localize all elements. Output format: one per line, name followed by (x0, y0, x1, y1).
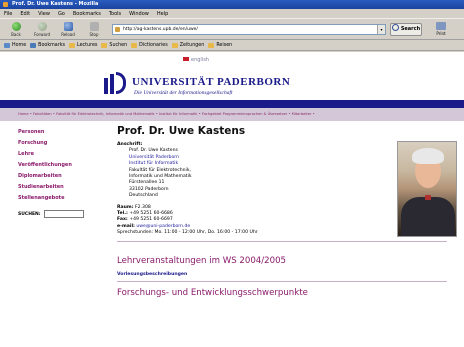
url-text: http://ag-kastens.upb.de/en/uwe/ (123, 27, 198, 32)
bookmark-label: Home (12, 42, 27, 48)
header-band (0, 100, 464, 108)
breadcrumb[interactable]: Home • Fakultäten • Fakultät für Elektro… (0, 108, 464, 121)
sidebar-item-lehre[interactable]: Lehre (18, 149, 108, 160)
university-tagline: Die Universität der Informationsgesellsc… (134, 90, 233, 96)
home-icon (4, 42, 10, 48)
bookmark-label: Dictionaries (139, 42, 168, 48)
menu-bookmarks[interactable]: Bookmarks (73, 11, 101, 17)
bookmark-suchen[interactable]: Suchen (101, 42, 128, 48)
menu-edit[interactable]: Edit (20, 11, 30, 17)
url-dropdown-icon[interactable]: ▾ (377, 25, 385, 34)
bookmark-label: Suchen (109, 42, 128, 48)
menu-tools[interactable]: Tools (109, 11, 121, 17)
reload-button[interactable]: Reload (56, 19, 80, 39)
bookmark-zeitungen[interactable]: Zeitungen (171, 42, 205, 48)
bookmark-label: Zeitungen (179, 42, 205, 48)
app-icon (3, 2, 8, 7)
university-name: UNIVERSITÄT PADERBORN (132, 76, 291, 88)
reload-label: Reload (61, 31, 75, 37)
sidebar-item-personen[interactable]: Personen (18, 127, 108, 138)
menu-bar: File Edit View Go Bookmarks Tools Window… (0, 9, 464, 18)
email-link[interactable]: uwe@uni-paderborn.de (136, 224, 190, 229)
sidebar-item-diplomarbeiten[interactable]: Diplomarbeiten (18, 171, 108, 182)
sidebar-item-veroeffentlichungen[interactable]: Veröffentlichungen (18, 160, 108, 171)
sidebar-item-forschung[interactable]: Forschung (18, 138, 108, 149)
menu-view[interactable]: View (38, 11, 50, 17)
fax-label: Fax: (117, 217, 128, 223)
stop-label: Stop (89, 31, 99, 37)
bookmark-label: Lectures (76, 42, 98, 48)
url-bar[interactable]: http://ag-kastens.upb.de/en/uwe/ ▾ (112, 24, 386, 35)
bookmark-lectures[interactable]: Lectures (68, 42, 98, 48)
forward-button[interactable]: Forward (30, 19, 54, 39)
forward-arrow-icon (37, 21, 47, 31)
stop-button[interactable]: Stop (82, 19, 106, 39)
section-heading-lectures: Lehrveranstaltungen im WS 2004/2005 (117, 255, 287, 266)
tel-value: +49 5251 60-6686 (129, 211, 173, 217)
fax-value: +49 5251 60-6697 (129, 217, 173, 223)
folder-icon (68, 42, 75, 48)
section-heading-research: Forschungs- und Entwicklungsschwerpunkte (117, 287, 308, 298)
section-divider (117, 240, 447, 242)
menu-file[interactable]: File (4, 11, 12, 17)
section-divider (117, 280, 447, 282)
bookmark-bookmarks[interactable]: Bookmarks (30, 42, 65, 48)
site-header: english UNIVERSITÄT PADERBORN Die Univer… (0, 52, 464, 108)
print-button[interactable]: Print (430, 21, 452, 39)
tel-label: Tel.: (117, 211, 128, 217)
sidebar-search: SUCHEN: (18, 210, 108, 218)
browser-window: Prof. Dr. Uwe Kastens - Mozilla File Edi… (0, 0, 464, 347)
english-link[interactable]: english (183, 57, 209, 63)
room-label: Raum: (117, 204, 134, 210)
content-area: Personen Forschung Lehre Veröffentlichun… (0, 121, 464, 347)
bookmark-label: Bookmarks (38, 42, 65, 48)
bookmarks-icon (30, 42, 37, 48)
page-icon (115, 27, 120, 32)
search-label: Search (400, 26, 421, 32)
stop-icon (89, 21, 99, 31)
menu-window[interactable]: Window (129, 11, 149, 17)
bookmark-home[interactable]: Home (4, 42, 27, 48)
lecture-descriptions-link[interactable]: Vorlesungsbeschreibungen (117, 272, 447, 277)
university-logo (104, 72, 126, 94)
search-input[interactable] (43, 210, 84, 218)
sidebar-item-studienarbeiten[interactable]: Studienarbeiten (18, 182, 108, 193)
menu-go[interactable]: Go (58, 11, 65, 17)
back-button[interactable]: Back (4, 19, 28, 39)
email-label: e-mail: (117, 223, 135, 229)
reload-icon (63, 21, 73, 31)
bookmark-dictionaries[interactable]: Dictionaries (131, 42, 168, 48)
room-value: F2.308 (135, 204, 151, 210)
search-field-label: SUCHEN: (18, 211, 41, 217)
folder-icon (131, 42, 138, 48)
page-title: Prof. Dr. Uwe Kastens (117, 125, 246, 137)
bookmarks-toolbar: Home Bookmarks Lectures Suchen Dictionar… (0, 40, 464, 51)
folder-icon (171, 42, 178, 48)
search-button[interactable]: Search (390, 23, 422, 36)
print-label: Print (436, 31, 446, 36)
sidebar-item-stellenangebote[interactable]: Stellenangebote (18, 193, 108, 204)
back-arrow-icon (11, 21, 21, 31)
bookmark-label: Reisen (216, 42, 233, 48)
folder-icon (101, 42, 108, 48)
forward-label: Forward (33, 31, 51, 37)
navigation-toolbar: Back Forward Reload Stop http://ag-kaste… (0, 18, 464, 40)
title-bar: Prof. Dr. Uwe Kastens - Mozilla (0, 0, 464, 9)
menu-help[interactable]: Help (157, 11, 168, 17)
web-page: english UNIVERSITÄT PADERBORN Die Univer… (0, 52, 464, 347)
main-content: Prof. Dr. Uwe Kastens Anschrift: Prof. D… (117, 121, 457, 300)
bookmark-reisen[interactable]: Reisen (208, 42, 233, 48)
window-title: Prof. Dr. Uwe Kastens - Mozilla (12, 1, 99, 7)
back-label: Back (11, 31, 21, 37)
printer-icon (436, 22, 446, 30)
sidebar-nav: Personen Forschung Lehre Veröffentlichun… (18, 127, 108, 218)
folder-icon (208, 42, 215, 48)
portrait-photo (397, 141, 457, 237)
